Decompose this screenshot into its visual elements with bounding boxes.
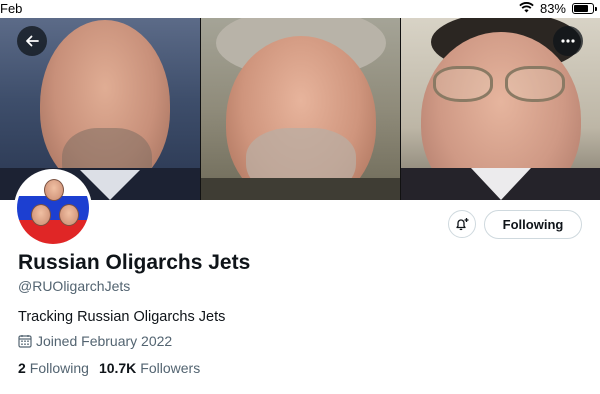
arrow-left-icon	[26, 35, 39, 47]
calendar-icon	[18, 335, 32, 348]
status-indicators: 83%	[519, 1, 597, 16]
bio: Tracking Russian Oligarchs Jets	[18, 309, 226, 325]
status-bar: Feb 83%	[0, 0, 600, 18]
following-label: Following	[29, 360, 89, 376]
profile-banner[interactable]	[0, 18, 600, 200]
handle: @RUOligarchJets	[18, 278, 131, 294]
bell-plus-icon	[456, 218, 469, 231]
joined-text: Joined February 2022	[36, 333, 173, 349]
back-button[interactable]	[17, 26, 47, 56]
battery-icon	[572, 3, 597, 14]
following-button[interactable]: Following	[484, 210, 582, 239]
following-count: 2	[18, 360, 26, 376]
following-stat-link[interactable]: 2 Following	[18, 360, 89, 376]
followers-count: 10.7K	[98, 360, 137, 376]
more-button[interactable]	[553, 26, 583, 56]
avatar[interactable]	[14, 169, 92, 247]
status-date: Feb	[0, 1, 23, 16]
banner-photo-2	[201, 18, 400, 200]
battery-percent: 83%	[539, 1, 566, 16]
joined-date: Joined February 2022	[18, 333, 172, 349]
display-name: Russian Oligarchs Jets	[18, 251, 251, 274]
notifications-button[interactable]	[448, 210, 476, 238]
more-dots-icon	[561, 39, 575, 43]
follow-stats: 2 Following 10.7K Followers	[18, 360, 200, 376]
followers-stat-link[interactable]: 10.7K Followers	[99, 360, 200, 376]
followers-label: Followers	[140, 360, 201, 376]
wifi-icon	[519, 1, 534, 16]
battery-fill	[574, 5, 589, 12]
